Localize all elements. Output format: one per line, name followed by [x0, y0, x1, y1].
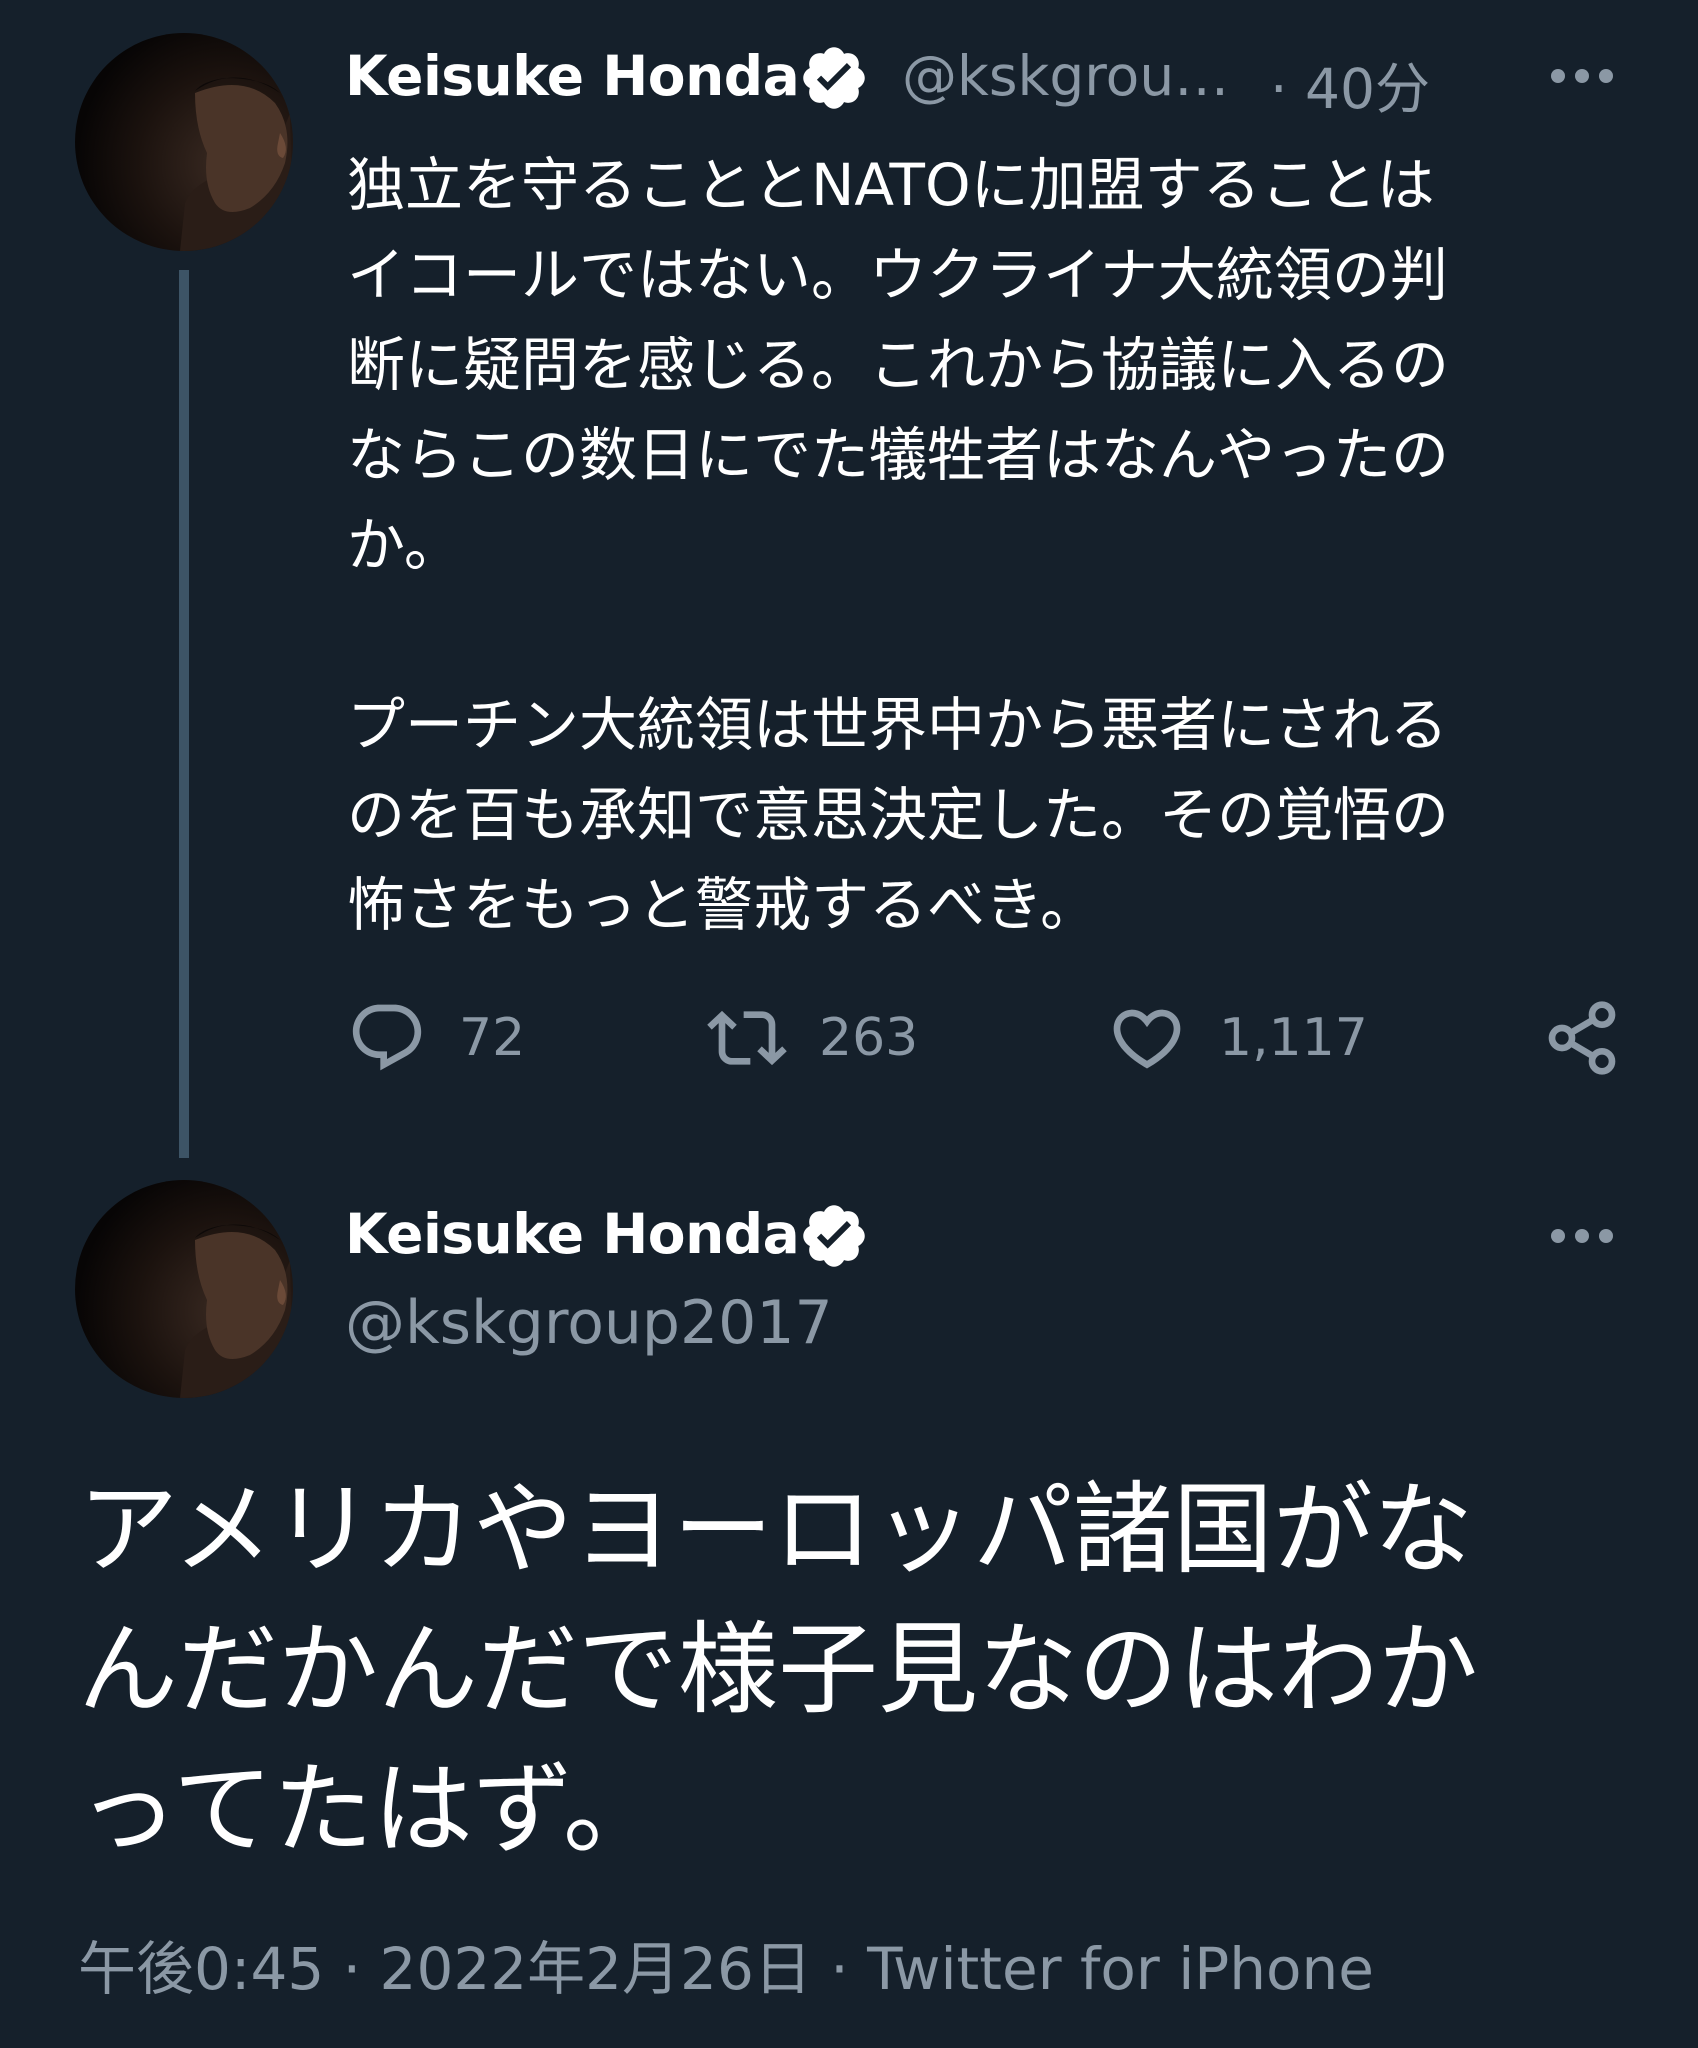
thread-connector-line — [179, 270, 189, 1158]
reply-button[interactable]: 72 — [347, 998, 525, 1078]
tweet-text-line: 独立を守ることとNATOに加盟することは — [347, 151, 1435, 219]
tweet1-text: 独立を守ることとNATOに加盟することは イコールではない。ウクライナ大統領の判… — [347, 140, 1647, 950]
tweet-text-line: 怖さをもっと警戒するべき。 — [347, 871, 1099, 939]
avatar-portrait-image — [180, 1224, 293, 1398]
heart-icon — [1113, 1009, 1181, 1069]
author-name[interactable]: Keisuke Honda — [345, 44, 800, 108]
tweet-text-line: イコールではない。ウクライナ大統領の判 — [347, 241, 1448, 309]
like-count: 1,117 — [1219, 1008, 1368, 1068]
tweet-actions-bar: 72 263 1,117 — [347, 998, 1627, 1078]
tweet-text-line: か。 — [347, 511, 462, 579]
tweet-text-line: のを百も承知で意思決定した。その覚悟の — [347, 781, 1450, 849]
retweet-count: 263 — [819, 1008, 919, 1068]
tweet-text-line: んだかんだで様子見なのはわか — [78, 1611, 1478, 1728]
avatar-tweet2[interactable] — [75, 1180, 293, 1398]
verified-badge-icon — [798, 42, 870, 114]
verified-badge-icon — [798, 1200, 870, 1272]
tweet-text-line: 断に疑問を感じる。これから協議に入るの — [347, 331, 1450, 399]
share-icon — [1548, 1001, 1616, 1075]
tweet2-text: アメリカやヨーロッパ諸国がな んだかんだで様子見なのはわか ってたはず。 — [78, 1460, 1658, 1880]
avatar-portrait-image — [180, 77, 293, 251]
retweet-icon — [707, 1010, 787, 1066]
tweet-timestamp[interactable]: · 40分 — [1270, 44, 1430, 124]
tweet-meta-timestamp-source[interactable]: 午後0:45 · 2022年2月26日 · Twitter for iPhone — [78, 1922, 1374, 2006]
share-button[interactable] — [1542, 998, 1622, 1078]
tweet-text-line: アメリカやヨーロッパ諸国がな — [78, 1471, 1473, 1588]
reply-icon — [352, 1004, 422, 1071]
like-button[interactable]: 1,117 — [1107, 998, 1368, 1078]
tweet-text-line: ってたはず。 — [78, 1751, 663, 1868]
reply-count: 72 — [459, 1008, 526, 1068]
tweet-text-line: プーチン大統領は世界中から悪者にされる — [347, 691, 1448, 759]
tweet-text-line — [347, 590, 1647, 680]
avatar-tweet1[interactable] — [75, 33, 293, 251]
tweet-text-line: ならこの数日にでた犠牲者はなんやったの — [347, 421, 1450, 489]
author-handle[interactable]: @kskgrou… — [902, 44, 1229, 108]
author-handle[interactable]: @kskgroup2017 — [345, 1288, 833, 1358]
more-horizontal-icon[interactable] — [1548, 1226, 1616, 1246]
author-name[interactable]: Keisuke Honda — [345, 1202, 800, 1266]
retweet-button[interactable]: 263 — [707, 998, 918, 1078]
more-horizontal-icon[interactable] — [1548, 66, 1616, 86]
